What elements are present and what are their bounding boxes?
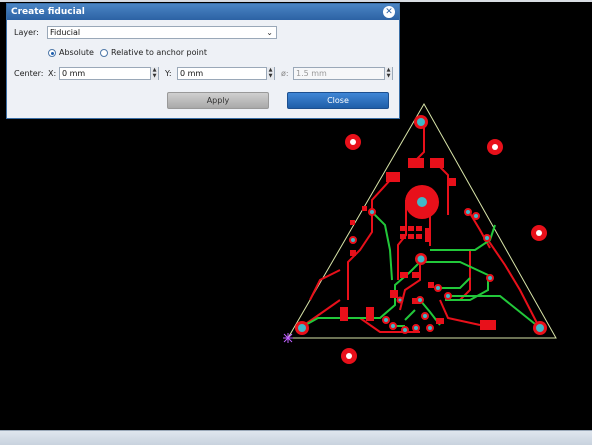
x-input-value: 0 mm [62,69,86,78]
size-spinner[interactable]: ▲ ▼ [384,67,392,80]
radio-absolute[interactable] [48,49,56,57]
y-input[interactable]: 0 mm ▲ ▼ [177,67,275,80]
radio-absolute-label: Absolute [59,48,94,57]
y-label: Y: [165,69,172,78]
close-icon[interactable]: ✕ [383,6,395,18]
anchor-marker [283,333,293,343]
close-button[interactable]: Close [287,92,389,109]
size-label: ø: [281,69,289,78]
size-input-value: 1.5 mm [296,69,327,78]
x-input[interactable]: 0 mm ▲ ▼ [59,67,159,80]
status-bar [0,430,592,445]
apply-button[interactable]: Apply [167,92,269,109]
y-input-value: 0 mm [180,69,204,78]
radio-relative[interactable] [100,49,108,57]
layer-select[interactable]: Fiducial ⌄ [47,26,277,39]
layer-label: Layer: [14,28,39,37]
size-input[interactable]: 1.5 mm ▲ ▼ [293,67,393,80]
chevron-down-icon: ⌄ [266,28,273,37]
dialog-titlebar[interactable]: Create fiducial ✕ [7,4,399,20]
large-mounting-pad-hole [417,197,427,207]
create-fiducial-dialog: Create fiducial ✕ Layer: Fiducial ⌄ Abso… [6,3,400,119]
dialog-title: Create fiducial [11,7,85,17]
y-spinner[interactable]: ▲ ▼ [266,67,274,80]
center-label: Center: [14,69,44,78]
layer-select-value: Fiducial [50,28,81,37]
x-spinner[interactable]: ▲ ▼ [150,67,158,80]
x-label: X: [48,69,57,78]
radio-relative-label: Relative to anchor point [111,48,207,57]
